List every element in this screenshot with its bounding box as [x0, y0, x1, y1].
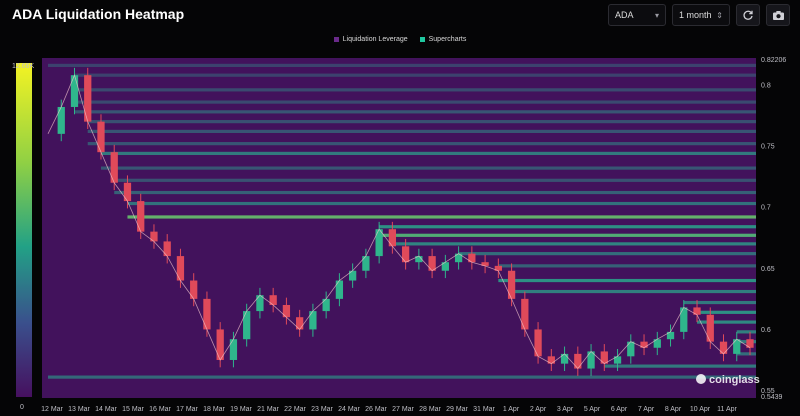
x-tick-label: 22 Mar [284, 406, 306, 413]
x-tick-label: 24 Mar [338, 406, 360, 413]
x-tick-label: 7 Apr [638, 406, 655, 413]
y-axis: 0.822060.80.750.70.650.60.550.5439 [761, 57, 786, 401]
candle-body [57, 106, 65, 134]
heatmap-chart: 12.66K 0 0.822060.80.750.70.650.60.550.5… [12, 57, 786, 413]
x-tick-label: 12 Mar [41, 406, 63, 413]
candle-body [706, 314, 714, 342]
heat-band [498, 278, 756, 283]
heat-band [697, 320, 756, 324]
x-tick-label: 17 Mar [176, 406, 198, 413]
x-tick-label: 15 Mar [122, 406, 144, 413]
y-tick-label: 0.65 [761, 266, 775, 273]
x-tick-label: 28 Mar [419, 406, 441, 413]
heat-band [498, 264, 756, 268]
candle-body [163, 241, 171, 257]
y-tick-label: 0.5439 [761, 394, 783, 401]
heat-band [48, 375, 756, 379]
x-tick-label: 19 Mar [230, 406, 252, 413]
x-tick-label: 1 Apr [503, 406, 520, 413]
candle-body [97, 121, 105, 153]
heat-band [114, 190, 756, 195]
colorbar [16, 63, 32, 397]
candle-body [733, 339, 741, 354]
candle-body [507, 270, 516, 299]
candle-body [110, 152, 118, 183]
x-tick-label: 5 Apr [584, 406, 601, 413]
x-tick-label: 6 Apr [611, 406, 628, 413]
heat-band [379, 233, 756, 237]
heat-band [736, 330, 756, 334]
candle-body [428, 256, 436, 271]
heat-band [511, 289, 756, 294]
watermark-text: coinglass [709, 374, 760, 386]
candle-body [190, 280, 198, 299]
candle-body [375, 229, 383, 257]
heat-band [683, 300, 756, 305]
heat-band [74, 100, 757, 104]
heat-band [458, 252, 756, 256]
colorbar-max-label: 12.66K [12, 63, 35, 70]
candle-body [627, 341, 635, 357]
candle-body [70, 75, 79, 107]
y-tick-label: 0.75 [761, 144, 775, 151]
candle-body [521, 298, 529, 330]
heat-band [604, 364, 756, 368]
heat-band [87, 129, 757, 134]
x-tick-label: 27 Mar [392, 406, 414, 413]
candle-body [176, 256, 185, 281]
x-axis: 12 Mar 13 Mar 14 Mar 15 Mar 16 Mar 17 Mar 18 M… [41, 406, 737, 413]
candle-body [203, 298, 211, 330]
heat-band [100, 151, 756, 156]
candle-body [574, 353, 582, 369]
candle-body [229, 339, 238, 360]
x-tick-label: 13 Mar [68, 406, 90, 413]
heat-band [379, 225, 756, 229]
coinglass-logo-icon [696, 374, 706, 384]
x-tick-label: 2 Apr [530, 406, 547, 413]
x-tick-label: 16 Mar [149, 406, 171, 413]
x-tick-label: 3 Apr [557, 406, 574, 413]
heat-band [392, 242, 756, 246]
heat-band [74, 73, 757, 77]
candle-body [680, 307, 688, 332]
candle-body [84, 75, 92, 122]
y-tick-label: 0.6 [761, 327, 771, 334]
x-tick-label: 21 Mar [257, 406, 279, 413]
y-tick-label: 0.8 [761, 82, 771, 89]
heat-band [48, 63, 756, 68]
heat-band [87, 142, 757, 146]
candle-body [309, 311, 317, 330]
y-tick-label: 0.82206 [761, 57, 786, 64]
x-tick-label: 10 Apr [690, 406, 711, 413]
candle-body [123, 182, 132, 202]
heat-band [74, 110, 757, 114]
candle-body [335, 280, 344, 299]
x-tick-label: 14 Mar [95, 406, 117, 413]
candle-body [243, 311, 251, 340]
heat-band [697, 310, 756, 314]
x-tick-label: 29 Mar [446, 406, 468, 413]
x-tick-label: 18 Mar [203, 406, 225, 413]
x-tick-label: 23 Mar [311, 406, 333, 413]
candle-body [401, 246, 410, 263]
candle-body [388, 229, 397, 247]
candle-body [137, 201, 145, 232]
candle-body [534, 329, 542, 357]
colorbar-min-label: 0 [20, 404, 24, 411]
heat-band [127, 201, 757, 206]
heat-band [100, 166, 756, 170]
y-tick-label: 0.7 [761, 205, 771, 212]
x-tick-label: 11 Apr [717, 406, 737, 413]
x-tick-label: 26 Mar [365, 406, 387, 413]
x-tick-label: 31 Mar [473, 406, 495, 413]
heat-band [114, 178, 756, 182]
heat-band [74, 88, 757, 92]
candle-body [256, 295, 264, 312]
candle-body [362, 256, 370, 271]
heat-band [127, 215, 757, 219]
x-tick-label: 8 Apr [665, 406, 682, 413]
heat-band [87, 120, 757, 124]
